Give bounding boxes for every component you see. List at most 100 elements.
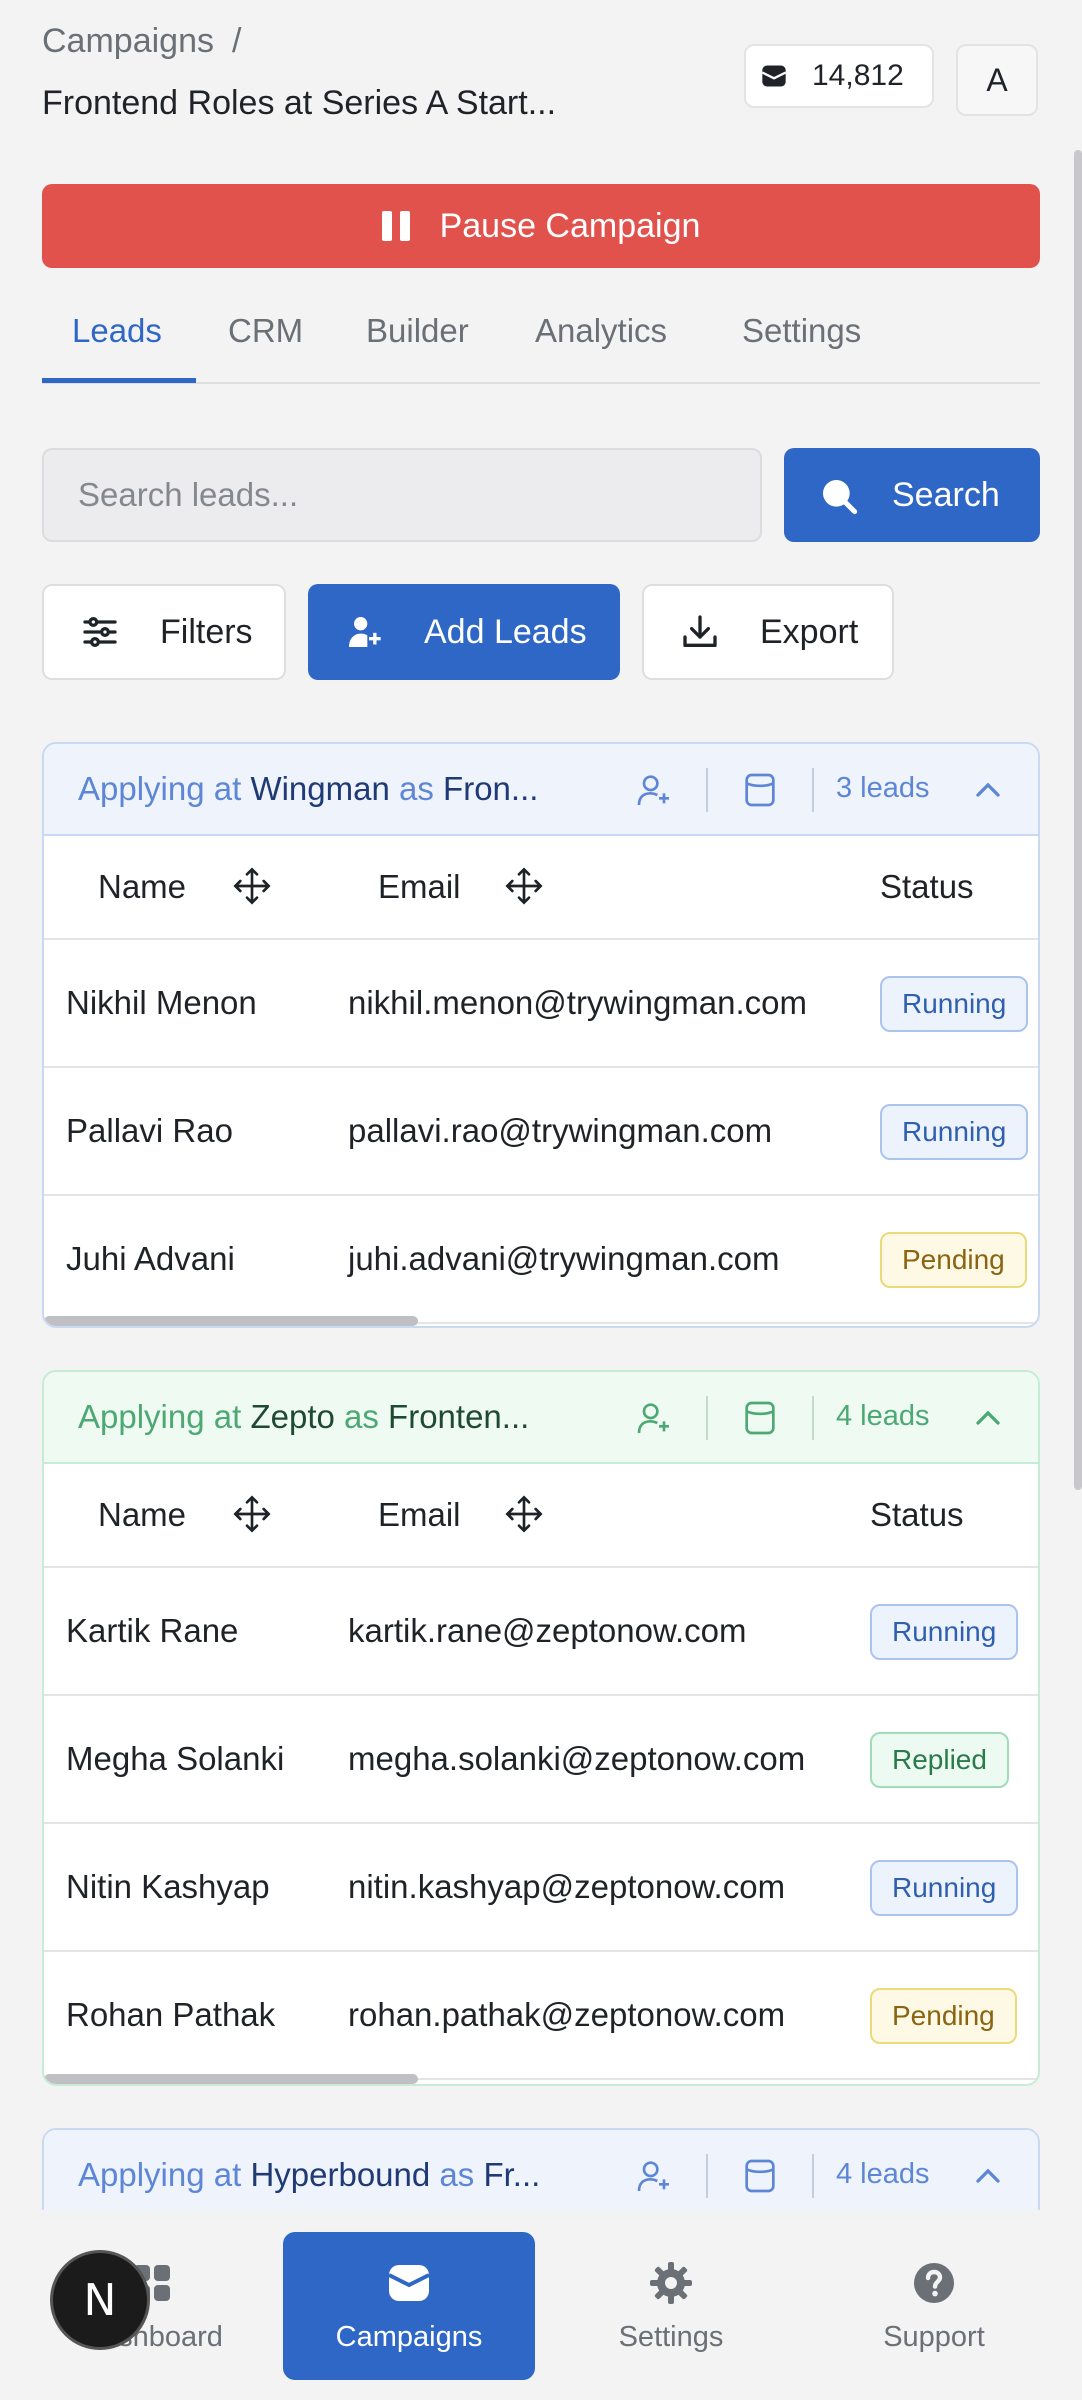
column-status[interactable]: Status xyxy=(880,868,974,906)
nav-campaigns[interactable]: Campaigns xyxy=(283,2232,535,2380)
export-button[interactable]: Export xyxy=(642,584,894,680)
pause-campaign-label: Pause Campaign xyxy=(439,206,701,245)
breadcrumb[interactable]: Campaigns / xyxy=(42,22,241,61)
divider xyxy=(706,768,708,812)
nav-support-label: Support xyxy=(883,2320,985,2353)
column-name[interactable]: Name xyxy=(98,868,186,906)
gear-icon xyxy=(650,2261,692,2304)
lead-email: nikhil.menon@trywingman.com xyxy=(348,984,808,1021)
table-row[interactable]: Nitin Kashyap nitin.kashyap@zeptonow.com… xyxy=(44,1824,1038,1952)
lead-count: 4 leads xyxy=(836,2158,930,2190)
page-title: Frontend Roles at Series A Start... xyxy=(42,84,557,122)
header: Campaigns / Frontend Roles at Series A St… xyxy=(0,0,1082,150)
horizontal-scrollbar[interactable] xyxy=(44,2074,418,2084)
search-button[interactable]: Search xyxy=(784,448,1040,542)
column-status[interactable]: Status xyxy=(870,1496,964,1534)
search-icon xyxy=(823,480,858,515)
credits-value: 14,812 xyxy=(812,59,904,92)
lead-email: rohan.pathak@zeptonow.com xyxy=(348,1996,786,2033)
table-row[interactable]: Juhi Advani juhi.advani@trywingman.com P… xyxy=(44,1196,1038,1324)
group-header[interactable]: Applying at Zepto as Fronten... 4 leads xyxy=(44,1372,1038,1464)
divider xyxy=(706,1396,708,1440)
tab-analytics[interactable]: Analytics xyxy=(535,312,667,350)
divider xyxy=(812,768,814,812)
pause-icon xyxy=(381,211,410,241)
table-row[interactable]: Megha Solanki megha.solanki@zeptonow.com… xyxy=(44,1696,1038,1824)
breadcrumb-campaigns[interactable]: Campaigns xyxy=(42,22,214,60)
table-row[interactable]: Rohan Pathak rohan.pathak@zeptonow.com P… xyxy=(44,1952,1038,2080)
tab-settings[interactable]: Settings xyxy=(742,312,861,350)
chevron-up-icon[interactable] xyxy=(968,770,1008,810)
status-badge: Running xyxy=(880,1104,1029,1160)
lead-group-wingman: Applying at Wingman as Fron... 3 leads N… xyxy=(42,742,1040,1328)
tab-leads[interactable]: Leads xyxy=(72,312,162,350)
database-icon[interactable] xyxy=(740,770,780,810)
nextjs-dev-badge[interactable]: N xyxy=(50,2250,150,2350)
group-header[interactable]: Applying at Hyperbound as Fr... 4 leads xyxy=(44,2130,1038,2220)
lead-email: pallavi.rao@trywingman.com xyxy=(348,1112,773,1149)
group-title: Applying at Hyperbound as Fr... xyxy=(78,2156,541,2193)
add-user-icon[interactable] xyxy=(634,1398,674,1438)
column-email[interactable]: Email xyxy=(378,868,461,906)
group-header[interactable]: Applying at Wingman as Fron... 3 leads xyxy=(44,744,1038,836)
lead-name: Nikhil Menon xyxy=(66,984,257,1021)
lead-group-hyperbound: Applying at Hyperbound as Fr... 4 leads xyxy=(42,2128,1040,2222)
add-user-icon xyxy=(349,617,381,647)
horizontal-scrollbar[interactable] xyxy=(44,1316,418,1326)
divider xyxy=(706,2154,708,2198)
page-scrollbar[interactable] xyxy=(1074,150,1082,1490)
status-badge: Running xyxy=(870,1604,1019,1660)
table-row[interactable]: Kartik Rane kartik.rane@zeptonow.com Run… xyxy=(44,1568,1038,1696)
nav-settings[interactable]: Settings xyxy=(545,2232,797,2380)
search-button-label: Search xyxy=(892,475,1000,514)
move-icon[interactable] xyxy=(504,866,544,906)
export-label: Export xyxy=(760,612,859,651)
add-user-icon[interactable] xyxy=(634,2156,674,2196)
campaign-tabs: Leads CRM Builder Analytics Settings xyxy=(42,300,1040,384)
column-email[interactable]: Email xyxy=(378,1496,461,1534)
tab-builder[interactable]: Builder xyxy=(366,312,469,350)
move-icon[interactable] xyxy=(504,1494,544,1534)
pause-campaign-button[interactable]: Pause Campaign xyxy=(42,184,1040,268)
chevron-up-icon[interactable] xyxy=(968,2156,1008,2196)
avatar-button[interactable]: A xyxy=(956,44,1038,116)
download-icon xyxy=(683,615,717,647)
add-user-icon[interactable] xyxy=(634,770,674,810)
database-icon[interactable] xyxy=(740,1398,780,1438)
table-header: Name Email Status xyxy=(44,836,1038,940)
lead-name: Juhi Advani xyxy=(66,1240,235,1277)
lead-name: Nitin Kashyap xyxy=(66,1868,270,1905)
column-name[interactable]: Name xyxy=(98,1496,186,1534)
nav-settings-label: Settings xyxy=(618,2320,724,2353)
divider xyxy=(812,1396,814,1440)
group-title: Applying at Wingman as Fron... xyxy=(78,770,539,807)
filters-button[interactable]: Filters xyxy=(42,584,286,680)
lead-name: Megha Solanki xyxy=(66,1740,285,1777)
nav-campaigns-label: Campaigns xyxy=(335,2320,483,2353)
envelope-icon xyxy=(388,2264,430,2301)
search-input[interactable]: Search leads... xyxy=(42,448,762,542)
sliders-icon xyxy=(83,617,117,647)
table-row[interactable]: Nikhil Menon nikhil.menon@trywingman.com… xyxy=(44,940,1038,1068)
move-icon[interactable] xyxy=(232,1494,272,1534)
add-leads-button[interactable]: Add Leads xyxy=(308,584,620,680)
chevron-up-icon[interactable] xyxy=(968,1398,1008,1438)
bottom-nav: Dashboard Campaigns Settings Support xyxy=(0,2210,1082,2400)
breadcrumb-separator: / xyxy=(231,22,242,60)
lead-email: juhi.advani@trywingman.com xyxy=(348,1240,780,1277)
lead-name: Rohan Pathak xyxy=(66,1996,276,2033)
table-row[interactable]: Pallavi Rao pallavi.rao@trywingman.com R… xyxy=(44,1068,1038,1196)
database-icon[interactable] xyxy=(740,2156,780,2196)
lead-email: nitin.kashyap@zeptonow.com xyxy=(348,1868,786,1905)
credits-counter[interactable]: 14,812 xyxy=(744,44,934,108)
lead-name: Kartik Rane xyxy=(66,1612,239,1649)
move-icon[interactable] xyxy=(232,866,272,906)
status-badge: Replied xyxy=(870,1732,1009,1788)
credits-icon xyxy=(761,65,787,87)
lead-email: megha.solanki@zeptonow.com xyxy=(348,1740,806,1777)
nav-support[interactable]: Support xyxy=(808,2232,1060,2380)
tab-crm[interactable]: CRM xyxy=(228,312,303,350)
active-tab-indicator xyxy=(42,378,196,383)
status-badge: Running xyxy=(870,1860,1019,1916)
lead-email: kartik.rane@zeptonow.com xyxy=(348,1612,747,1649)
